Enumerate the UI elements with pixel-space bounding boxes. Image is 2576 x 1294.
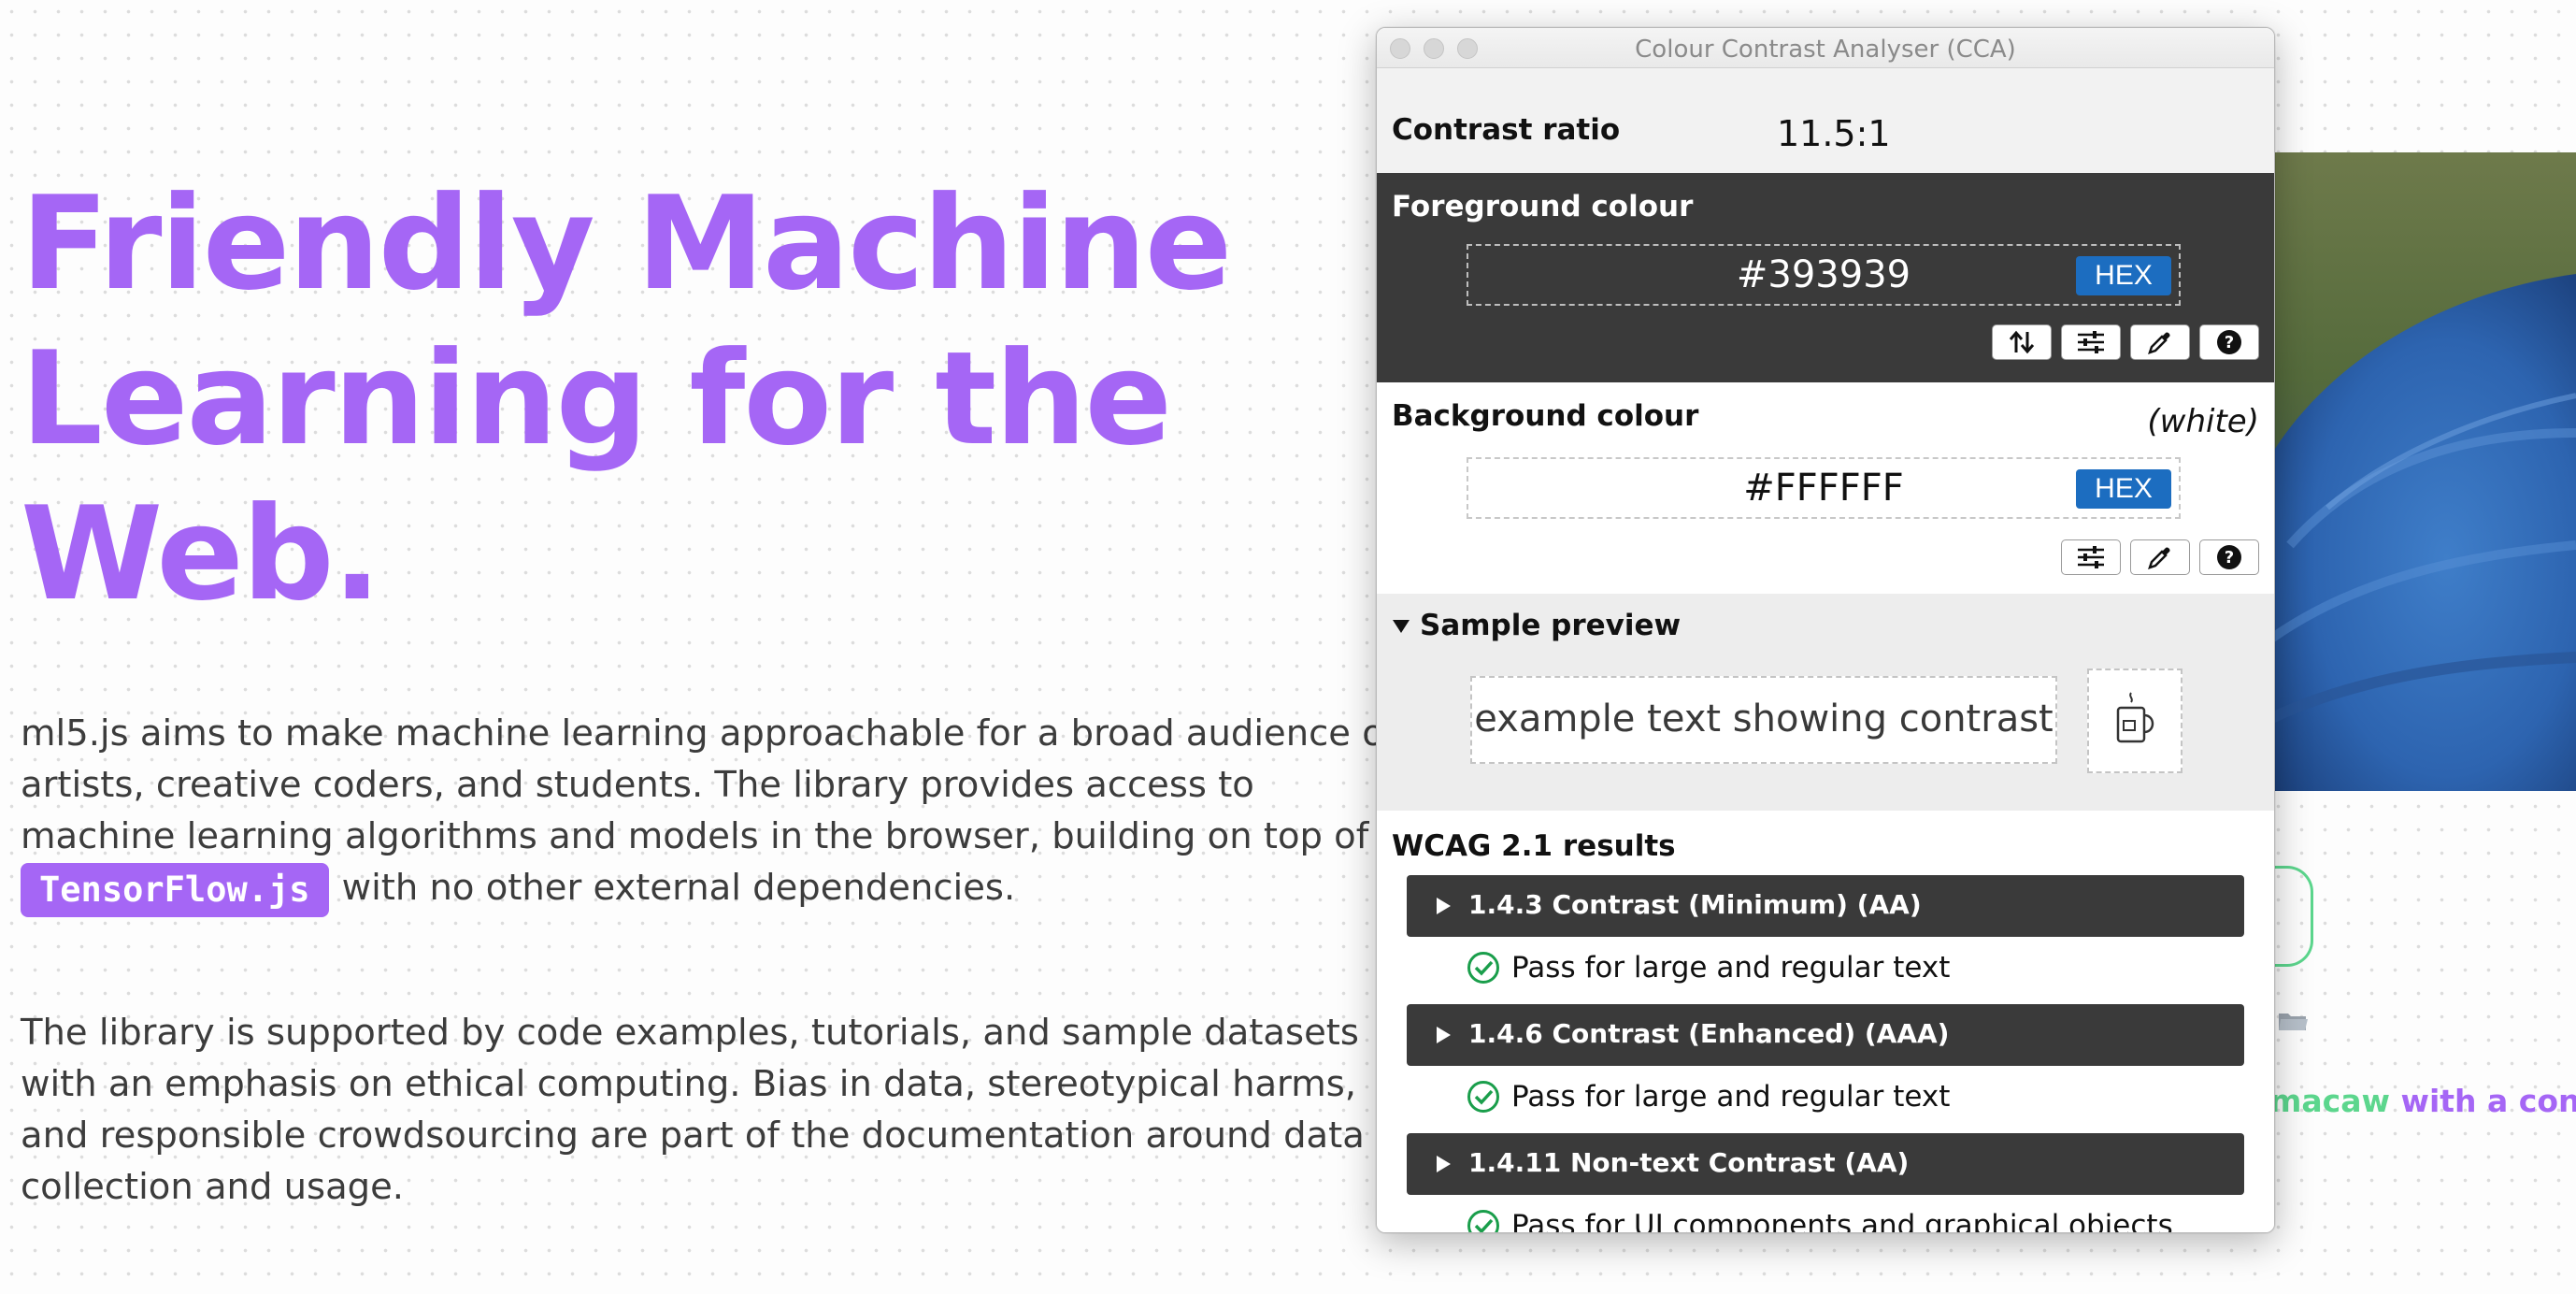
caption-text: with a confide [2400, 1083, 2576, 1119]
contrast-ratio-value: 11.5:1 [1777, 113, 1891, 154]
criterion-bar[interactable]: 1.4.3 Contrast (Minimum) (AA) [1407, 875, 2244, 937]
help-icon: ? [2217, 330, 2241, 354]
background-eyedropper-button[interactable] [2130, 539, 2190, 575]
mug-icon [2116, 692, 2154, 743]
criterion-result-text: Pass for large and regular text [1511, 951, 1951, 985]
support-paragraph: The library is supported by code example… [21, 1007, 1365, 1213]
paragraph-text: with no other external dependencies. [341, 867, 1016, 909]
sample-icon-box [2087, 669, 2182, 773]
criterion-result: Pass for UI components and graphical obj… [1467, 1207, 2173, 1233]
caption-label: macaw [2269, 1083, 2390, 1119]
hero-title-line: Web. [21, 479, 381, 629]
svg-text:?: ? [2225, 333, 2234, 352]
foreground-sliders-button[interactable] [2061, 324, 2121, 360]
criterion-title: 1.4.6 Contrast (Enhanced) (AAA) [1468, 1018, 1950, 1049]
sample-preview-section: Sample preview example text showing cont… [1377, 594, 2274, 811]
hero-title: Friendly Machine Learning for the Web. [21, 166, 1236, 632]
cca-window: Colour Contrast Analyser (CCA) Contrast … [1376, 27, 2275, 1233]
classification-caption: macaw with a confide [2269, 1083, 2576, 1119]
paragraph-line: machine learning algorithms and models i… [21, 815, 1369, 857]
background-hex-input[interactable]: #FFFFFF HEX [1467, 457, 2181, 519]
sample-text: example text showing contrast [1474, 697, 2054, 740]
window-titlebar[interactable]: Colour Contrast Analyser (CCA) [1377, 28, 2274, 68]
criterion-bar[interactable]: 1.4.11 Non-text Contrast (AA) [1407, 1133, 2244, 1195]
paragraph-line: collection and usage. [21, 1166, 405, 1208]
background-format-button[interactable]: HEX [2076, 469, 2171, 509]
paragraph-line: with an emphasis on ethical computing. B… [21, 1063, 1357, 1105]
folder-icon [2279, 1014, 2308, 1030]
foreground-section: Foreground colour #393939 HEX ? [1377, 173, 2274, 382]
tensorflow-link[interactable]: TensorFlow.js [21, 862, 329, 917]
intro-paragraph: ml5.js aims to make machine learning app… [21, 708, 1397, 917]
contrast-ratio-label: Contrast ratio [1392, 113, 1621, 147]
disclosure-right-icon [1437, 1027, 1451, 1043]
foreground-tools: ? [1992, 324, 2259, 360]
hero-title-line: Friendly Machine [21, 168, 1232, 319]
foreground-hex-input[interactable]: #393939 HEX [1467, 244, 2181, 306]
background-colour-name: (white) [2147, 403, 2259, 440]
wcag-results-label: WCAG 2.1 results [1392, 829, 1676, 863]
hero-title-line: Learning for the [21, 324, 1172, 474]
background-help-button[interactable]: ? [2199, 539, 2259, 575]
criterion-result: Pass for large and regular text [1467, 1078, 1950, 1115]
paragraph-line: TensorFlow.js with no other external depe… [21, 862, 1348, 917]
paragraph-line: artists, creative coders, and students. … [21, 764, 1254, 806]
background-sliders-button[interactable] [2061, 539, 2121, 575]
swap-colours-button[interactable] [1992, 324, 2052, 360]
background-label: Background colour [1392, 399, 1699, 433]
sample-preview-toggle[interactable]: Sample preview [1392, 609, 1681, 642]
background-tools: ? [2061, 539, 2259, 575]
background-hex-value: #FFFFFF [1743, 467, 1904, 510]
disclosure-right-icon [1437, 1156, 1451, 1172]
sliders-icon [2078, 546, 2104, 568]
criterion-title: 1.4.11 Non-text Contrast (AA) [1468, 1147, 1910, 1178]
wcag-results-section: WCAG 2.1 results 1.4.3 Contrast (Minimum… [1377, 811, 2274, 1232]
criterion-title: 1.4.3 Contrast (Minimum) (AA) [1468, 889, 1922, 920]
foreground-format-button[interactable]: HEX [2076, 256, 2171, 295]
disclosure-down-icon [1393, 620, 1410, 633]
check-circle-icon [1467, 1081, 1499, 1113]
background-section: Background colour (white) #FFFFFF HEX ? [1377, 382, 2274, 594]
criterion-result-text: Pass for UI components and graphical obj… [1511, 1209, 2173, 1233]
svg-text:?: ? [2225, 548, 2234, 568]
check-circle-icon [1467, 1210, 1499, 1232]
sliders-icon [2078, 331, 2104, 353]
paragraph-line: and responsible crowdsourcing are part o… [21, 1114, 1365, 1157]
macaw-photo [2253, 152, 2576, 791]
criterion-result-text: Pass for large and regular text [1511, 1080, 1951, 1114]
contrast-ratio-section: Contrast ratio 11.5:1 [1377, 68, 2274, 173]
criterion-result: Pass for large and regular text [1467, 949, 1950, 986]
foreground-help-button[interactable]: ? [2199, 324, 2259, 360]
eyedropper-icon [2148, 332, 2170, 354]
paragraph-line: ml5.js aims to make machine learning app… [21, 712, 1397, 755]
paragraph-line: The library is supported by code example… [21, 1012, 1359, 1054]
sample-preview-label: Sample preview [1420, 609, 1682, 642]
foreground-eyedropper-button[interactable] [2130, 324, 2190, 360]
help-icon: ? [2217, 545, 2241, 569]
foreground-hex-value: #393939 [1736, 253, 1911, 296]
eyedropper-icon [2148, 547, 2170, 569]
sample-text-box: example text showing contrast [1470, 676, 2057, 764]
window-title: Colour Contrast Analyser (CCA) [1635, 36, 2016, 64]
foreground-label: Foreground colour [1392, 190, 1694, 223]
swap-icon [2009, 330, 2035, 354]
criterion-bar[interactable]: 1.4.6 Contrast (Enhanced) (AAA) [1407, 1004, 2244, 1066]
check-circle-icon [1467, 952, 1499, 984]
disclosure-right-icon [1437, 898, 1451, 914]
